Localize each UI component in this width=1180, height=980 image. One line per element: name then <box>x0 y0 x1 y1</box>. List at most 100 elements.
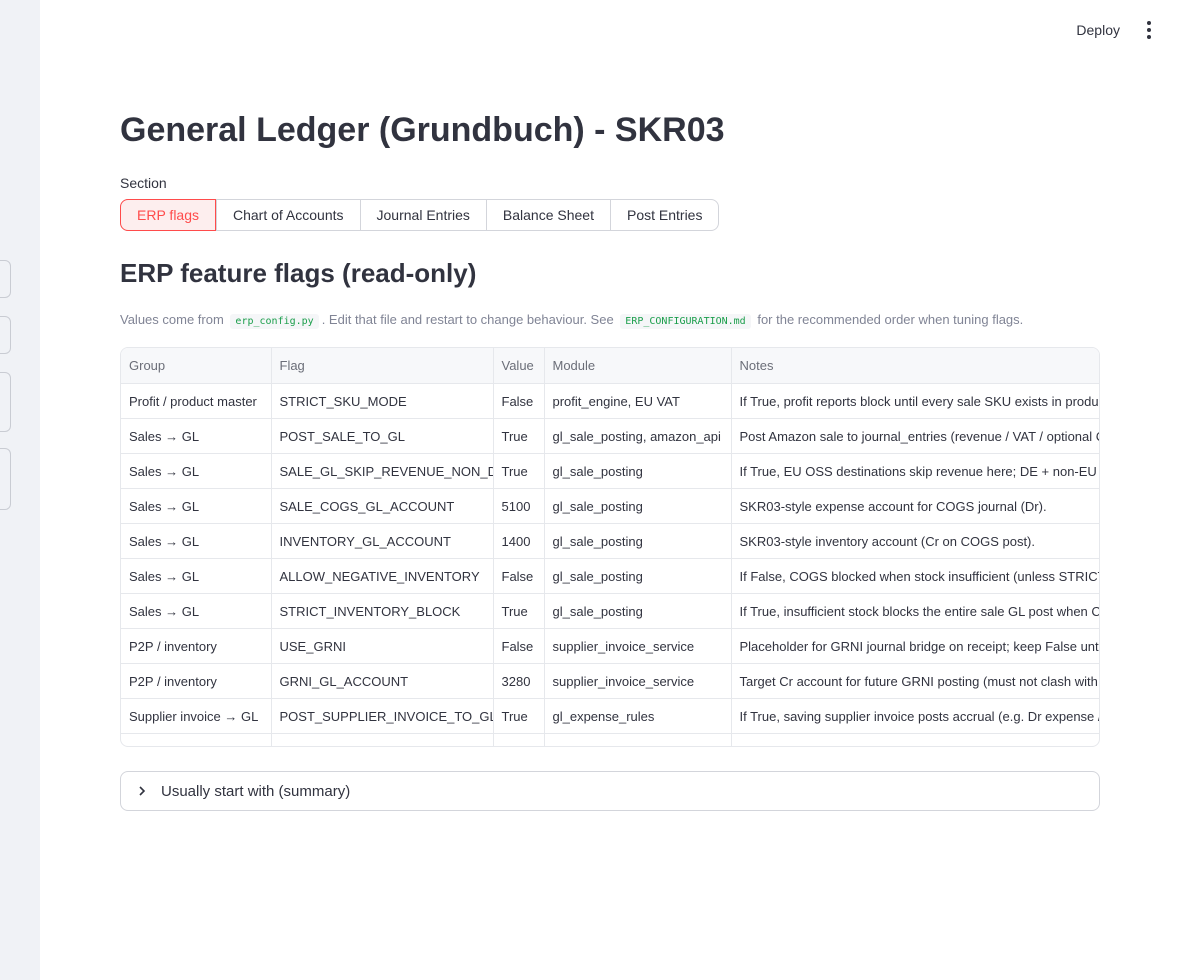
cell-flag[interactable]: ALLOW_NEGATIVE_INVENTORY <box>271 558 494 594</box>
cell-value[interactable]: 5100 <box>493 488 545 524</box>
cell-group[interactable]: P2P / inventory <box>121 628 272 664</box>
cell-module[interactable]: gl_sale_posting <box>544 488 732 524</box>
cell-group[interactable]: Sales → GL <box>121 593 272 629</box>
column-header-group[interactable]: Group <box>121 348 272 384</box>
summary-expander[interactable]: Usually start with (summary) <box>120 771 1100 811</box>
cell-notes[interactable]: If True, insufficient stock blocks the e… <box>731 593 1099 629</box>
cell-value[interactable]: True <box>493 698 545 734</box>
cell-value[interactable]: True <box>493 418 545 454</box>
tab-chart-of-accounts[interactable]: Chart of Accounts <box>216 200 360 230</box>
column-header-flag[interactable]: Flag <box>271 348 494 384</box>
app-toolbar: Deploy <box>1066 0 1180 60</box>
caption-text: . Edit that file and restart to change b… <box>321 312 614 327</box>
tab-journal-entries[interactable]: Journal Entries <box>359 200 486 230</box>
cell-value[interactable]: 1400 <box>493 523 545 559</box>
cell-notes[interactable]: SKR03-style inventory account (Cr on COG… <box>731 523 1099 559</box>
cell-notes[interactable]: If True, profit reports block until ever… <box>731 383 1099 419</box>
page-title: General Ledger (Grundbuch) - SKR03 <box>120 111 725 149</box>
sidebar-widget-stub <box>0 372 11 432</box>
table-row: Sales → GL SALE_COGS_GL_ACCOUNT 5100 gl_sal… <box>121 488 1099 524</box>
cell-notes[interactable]: Target Cr account for future GRNI postin… <box>731 663 1099 699</box>
cell-notes[interactable]: Post Amazon sale to journal_entries (rev… <box>731 418 1099 454</box>
cell-value[interactable]: False <box>493 628 545 664</box>
table-row: Sales → GL INVENTORY_GL_ACCOUNT 1400 gl_sal… <box>121 523 1099 559</box>
flags-caption: Values come from erp_config.py. Edit tha… <box>120 312 1024 329</box>
chevron-right-icon <box>139 786 146 796</box>
table-row: Sales → GL SALE_GL_SKIP_REVENUE_NON_DE Tru… <box>121 453 1099 489</box>
cell-group[interactable]: Profit / product master <box>121 383 272 419</box>
sidebar-collapsed: ‹ <box>0 0 40 980</box>
cell-module[interactable]: gl_sale_posting <box>544 453 732 489</box>
cell-value[interactable]: True <box>493 593 545 629</box>
column-header-notes[interactable]: Notes <box>731 348 1099 384</box>
cell-empty <box>271 733 494 746</box>
cell-group[interactable]: Supplier invoice → GL <box>121 698 272 734</box>
sidebar-expand-icon[interactable]: ‹ <box>0 22 6 36</box>
cell-module[interactable]: gl_sale_posting <box>544 593 732 629</box>
table-row: Sales → GL POST_SALE_TO_GL True gl_sale_pos… <box>121 418 1099 454</box>
table-header-row: Group Flag Value Module Notes <box>121 348 1099 384</box>
cell-value[interactable]: 3280 <box>493 663 545 699</box>
cell-flag[interactable]: STRICT_SKU_MODE <box>271 383 494 419</box>
section-label: Section <box>120 175 167 191</box>
cell-value[interactable]: False <box>493 558 545 594</box>
table-row: Supplier invoice → GL POST_SUPPLIER_INVOI… <box>121 698 1099 734</box>
cell-module[interactable]: profit_engine, EU VAT <box>544 383 732 419</box>
cell-flag[interactable]: POST_SUPPLIER_INVOICE_TO_GL <box>271 698 494 734</box>
cell-flag[interactable]: POST_SALE_TO_GL <box>271 418 494 454</box>
cell-flag[interactable]: SALE_COGS_GL_ACCOUNT <box>271 488 494 524</box>
cell-group[interactable]: Sales → GL <box>121 418 272 454</box>
main-menu-kebab-icon[interactable] <box>1140 20 1158 40</box>
tab-balance-sheet[interactable]: Balance Sheet <box>485 200 610 230</box>
cell-module[interactable]: supplier_invoice_service <box>544 628 732 664</box>
cell-flag[interactable]: STRICT_INVENTORY_BLOCK <box>271 593 494 629</box>
cell-module[interactable]: gl_sale_posting <box>544 523 732 559</box>
cell-module[interactable]: gl_expense_rules <box>544 698 732 734</box>
cell-notes[interactable]: Placeholder for GRNI journal bridge on r… <box>731 628 1099 664</box>
cell-notes[interactable]: If True, EU OSS destinations skip revenu… <box>731 453 1099 489</box>
cell-flag[interactable]: SALE_GL_SKIP_REVENUE_NON_DE <box>271 453 494 489</box>
caption-text: Values come from <box>120 312 224 327</box>
cell-value[interactable]: True <box>493 453 545 489</box>
cell-module[interactable]: supplier_invoice_service <box>544 663 732 699</box>
cell-group[interactable]: Sales → GL <box>121 523 272 559</box>
cell-flag[interactable]: INVENTORY_GL_ACCOUNT <box>271 523 494 559</box>
table-row: Profit / product master STRICT_SKU_MODE Fa… <box>121 383 1099 419</box>
deploy-button[interactable]: Deploy <box>1066 16 1130 44</box>
cell-value[interactable]: False <box>493 383 545 419</box>
sidebar-widget-stub <box>0 316 11 354</box>
table-row: P2P / inventory USE_GRNI False supplier_inv… <box>121 628 1099 664</box>
cell-empty <box>493 733 545 746</box>
flags-dataframe[interactable]: Group Flag Value Module Notes Profit / p… <box>120 347 1100 747</box>
cell-empty <box>731 733 1099 746</box>
section-segmented-control: ERP flags Chart of Accounts Journal Entr… <box>120 199 720 231</box>
cell-group[interactable]: P2P / inventory <box>121 663 272 699</box>
cell-notes[interactable]: SKR03-style expense account for COGS jou… <box>731 488 1099 524</box>
column-header-value[interactable]: Value <box>493 348 545 384</box>
cell-notes[interactable]: If False, COGS blocked when stock insuff… <box>731 558 1099 594</box>
table-row: Sales → GL ALLOW_NEGATIVE_INVENTORY False g… <box>121 558 1099 594</box>
cell-notes[interactable]: If True, saving supplier invoice posts a… <box>731 698 1099 734</box>
table-row-partial <box>121 733 1099 746</box>
tab-post-entries[interactable]: Post Entries <box>609 200 718 230</box>
sidebar-widget-stub <box>0 260 11 298</box>
cell-flag[interactable]: GRNI_GL_ACCOUNT <box>271 663 494 699</box>
cell-empty <box>121 733 272 746</box>
cell-group[interactable]: Sales → GL <box>121 453 272 489</box>
config-doc-code: ERP_CONFIGURATION.md <box>620 314 751 329</box>
caption-text: for the recommended order when tuning fl… <box>757 312 1024 327</box>
cell-group[interactable]: Sales → GL <box>121 558 272 594</box>
cell-group[interactable]: Sales → GL <box>121 488 272 524</box>
expander-label: Usually start with (summary) <box>161 782 351 800</box>
table-row: P2P / inventory GRNI_GL_ACCOUNT 3280 suppli… <box>121 663 1099 699</box>
sidebar-widget-stub <box>0 448 11 510</box>
column-header-module[interactable]: Module <box>544 348 732 384</box>
cell-module[interactable]: gl_sale_posting, amazon_api <box>544 418 732 454</box>
flags-table: Group Flag Value Module Notes Profit / p… <box>121 348 1099 746</box>
flags-heading: ERP feature flags (read-only) <box>120 258 477 288</box>
cell-module[interactable]: gl_sale_posting <box>544 558 732 594</box>
table-row: Sales → GL STRICT_INVENTORY_BLOCK True gl_s… <box>121 593 1099 629</box>
cell-empty <box>544 733 732 746</box>
tab-erp-flags[interactable]: ERP flags <box>120 199 216 231</box>
cell-flag[interactable]: USE_GRNI <box>271 628 494 664</box>
